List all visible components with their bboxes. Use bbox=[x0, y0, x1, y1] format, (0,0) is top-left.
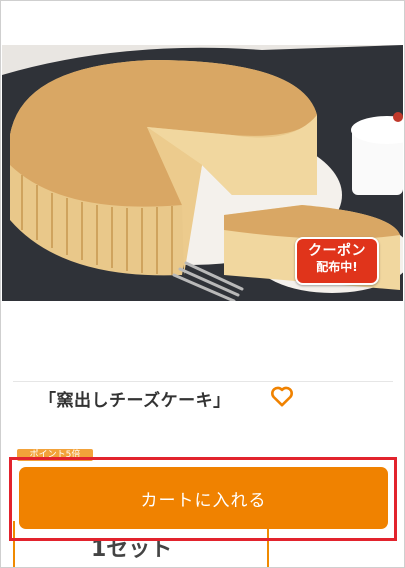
section-divider bbox=[13, 381, 393, 382]
coupon-label: クーポン bbox=[308, 243, 366, 259]
product-page: クーポン 配布中! 「窯出しチーズケーキ」 ポイント5倍 1セット カートに入れ… bbox=[0, 0, 405, 568]
product-title-row: 「窯出しチーズケーキ」 bbox=[39, 383, 231, 413]
product-title: 「窯出しチーズケーキ」 bbox=[39, 390, 231, 411]
product-image[interactable]: クーポン 配布中! bbox=[2, 45, 403, 301]
coupon-sublabel: 配布中! bbox=[316, 259, 358, 274]
heart-icon[interactable] bbox=[269, 383, 295, 409]
add-to-cart-button[interactable]: カートに入れる bbox=[19, 467, 388, 529]
coupon-badge[interactable]: クーポン 配布中! bbox=[295, 237, 379, 285]
